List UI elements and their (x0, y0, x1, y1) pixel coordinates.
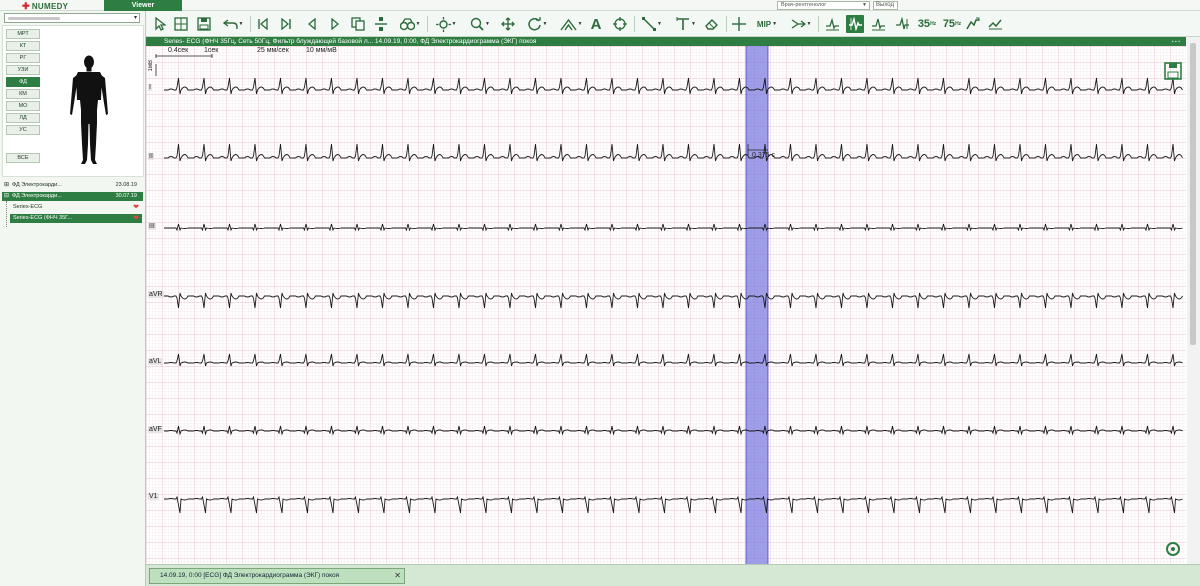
modality-button[interactable]: УЗИ (6, 65, 40, 75)
app-window: ✚ NUMEDY Viewer Врач-рентгенолог ▼ Выход ▾… (0, 0, 1200, 586)
line-measure-icon[interactable]: ▼ (638, 15, 666, 33)
settings-icon[interactable] (1166, 542, 1180, 556)
toolbar-separator (427, 16, 428, 32)
toolbar-separator (250, 16, 251, 32)
pan-icon[interactable] (499, 15, 517, 33)
toolbar-separator (634, 16, 635, 32)
top-bar: ✚ NUMEDY Viewer Врач-рентгенолог ▼ Выход (0, 0, 1200, 11)
modality-panel: МРТ КТ РГ УЗИ ФД КМ МО ЛД УС ВСЕ (2, 25, 144, 177)
first-frame-icon[interactable] (254, 15, 272, 33)
zoom-icon[interactable]: ▼ (466, 15, 494, 33)
filter-75hz-icon[interactable]: 75 Hz (941, 15, 963, 33)
grid-layout-icon[interactable] (172, 15, 190, 33)
logout-button[interactable]: Выход (873, 1, 898, 10)
crosshair-icon[interactable] (611, 15, 629, 33)
save-icon[interactable] (195, 15, 213, 33)
lead-label-avl: aVL (148, 358, 163, 365)
patient-select[interactable]: ▾ (4, 13, 140, 23)
heart-icon: ❤ (133, 215, 139, 222)
text-annotation-icon[interactable]: A (587, 15, 605, 33)
lead-label-avf: aVF (148, 426, 163, 433)
study-tab[interactable]: 14.09.19, 0:00 [ECG] ФД Электрокардиогра… (149, 568, 405, 584)
medical-cross-icon: ✚ (22, 1, 30, 11)
lead-label-v1: V1 (148, 493, 159, 500)
reference-lines-icon[interactable] (730, 15, 748, 33)
cursor-measurement: 0.375 с (752, 152, 775, 159)
ecg-grid (146, 46, 1186, 564)
viewer-header: Series- ECG (ФНЧ 35Гц, Сеть 50Гц, Фильтр… (146, 37, 1186, 46)
rotate-icon[interactable]: ▼ (523, 15, 551, 33)
modality-button[interactable]: УС (6, 125, 40, 135)
modality-button[interactable]: КТ (6, 41, 40, 51)
prev-frame-icon[interactable] (277, 15, 295, 33)
toolbar-separator (818, 16, 819, 32)
fusion-icon[interactable]: ▼ (787, 15, 815, 33)
modality-button[interactable]: РГ (6, 53, 40, 63)
toolbar: ▼ ▼ ▼ ▼ ▼ ▼ A ▼ ▼ MIP ▼ ▼ 35 Hz 75 Hz (146, 11, 1200, 37)
brightness-icon[interactable]: ▼ (432, 15, 460, 33)
modality-button[interactable]: ЛД (6, 113, 40, 123)
ecg-waveform-icon[interactable] (846, 15, 864, 33)
close-icon[interactable]: ✕ (394, 569, 401, 583)
scale-time-2: 1сек (204, 47, 219, 54)
gain-value: 10 мм/мВ (306, 47, 337, 54)
series-sync-icon[interactable] (372, 15, 390, 33)
series-row[interactable]: Series-ECG ❤ (10, 203, 142, 212)
tab-viewer[interactable]: Viewer (104, 0, 182, 11)
play-back-icon[interactable] (303, 15, 321, 33)
lead-label-ii: II (148, 153, 154, 160)
eraser-icon[interactable] (703, 15, 721, 33)
binoculars-icon[interactable]: ▼ (396, 15, 424, 33)
text-tool-icon[interactable]: ▼ (672, 15, 700, 33)
expand-icon[interactable]: ⊞ (4, 181, 9, 190)
ecg-qrs-icon[interactable] (893, 15, 911, 33)
role-select[interactable]: Врач-рентгенолог ▼ (777, 1, 870, 10)
copy-icon[interactable] (349, 15, 367, 33)
modality-button[interactable]: МО (6, 101, 40, 111)
scale-time-1: 0.4сек (168, 47, 189, 54)
mip-button[interactable]: MIP ▼ (753, 15, 781, 33)
scrollbar-thumb[interactable] (1190, 43, 1196, 345)
bottom-tab-bar: 14.09.19, 0:00 [ECG] ФД Электрокардиогра… (146, 564, 1200, 586)
modality-button[interactable]: КМ (6, 89, 40, 99)
filter-icon[interactable]: ▼ (557, 15, 585, 33)
vertical-scrollbar[interactable] (1187, 37, 1200, 564)
modality-button[interactable]: ФД (6, 77, 40, 87)
scale-mv: 1мВ (148, 60, 154, 72)
patient-name-redacted (8, 17, 60, 20)
series-description: Series- ECG (ФНЧ 35Гц, Сеть 50Гц, Фильтр… (164, 38, 537, 45)
save-icon[interactable] (1164, 62, 1182, 83)
filter-35hz-icon[interactable]: 35 Hz (916, 15, 938, 33)
play-forward-icon[interactable] (326, 15, 344, 33)
toolbar-separator (726, 16, 727, 32)
paper-speed: 25 мм/сек (257, 47, 289, 54)
undo-icon[interactable]: ▼ (219, 15, 247, 33)
collapse-icon[interactable]: ⊟ (4, 192, 9, 201)
tree-line (6, 201, 7, 227)
ecg-amplitude-icon[interactable] (869, 15, 887, 33)
modality-button[interactable]: МРТ (6, 29, 40, 39)
pointer-icon[interactable] (150, 15, 168, 33)
notch-filter-icon[interactable] (964, 15, 982, 33)
ecg-slope-icon[interactable] (986, 15, 1004, 33)
chevron-down-icon: ▼ (862, 2, 867, 8)
ecg-viewport[interactable]: 0.4сек 1сек 25 мм/сек 10 мм/мВ 1мВ I II … (146, 46, 1186, 564)
lead-label-i: I (148, 84, 152, 91)
all-modalities-button[interactable]: ВСЕ (6, 153, 40, 163)
ecg-baseline-icon[interactable] (823, 15, 841, 33)
heart-icon: ❤ (133, 204, 139, 211)
lead-label-avr: aVR (148, 291, 164, 298)
study-row-selected[interactable]: ⊟ ФД Электрокарди... 30.07.19 (2, 192, 143, 201)
lead-label-iii: III (148, 223, 156, 230)
chevron-down-icon: ▾ (133, 15, 137, 21)
sidebar: ▾ МРТ КТ РГ УЗИ ФД КМ МО ЛД УС ВСЕ ⊞ ФД Электрока… (0, 11, 146, 586)
series-row-selected[interactable]: Series-ECG (ФНЧ 35Г... ❤ (10, 214, 142, 223)
study-row[interactable]: ⊞ ФД Электрокарди... 23.08.19 (2, 181, 143, 190)
human-body-icon (70, 55, 108, 164)
